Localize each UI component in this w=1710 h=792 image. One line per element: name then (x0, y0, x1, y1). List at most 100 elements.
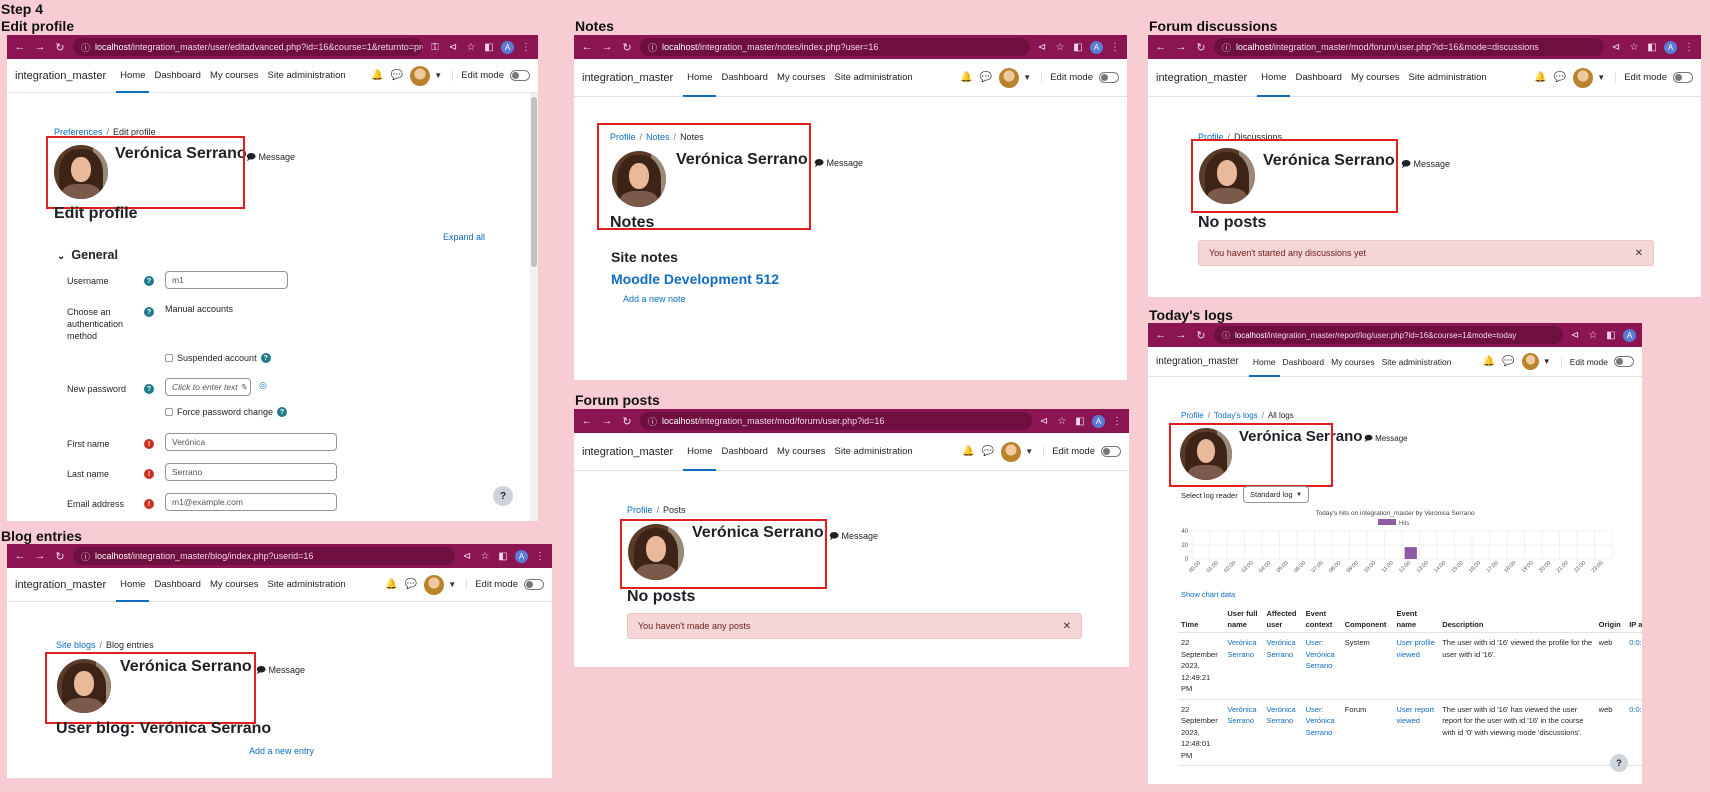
username-input[interactable]: m1 (165, 271, 288, 289)
edit-mode-toggle[interactable] (524, 579, 544, 590)
back-icon[interactable]: ← (1154, 41, 1168, 53)
menu-icon[interactable]: ⋮ (1683, 42, 1695, 53)
menu-icon[interactable]: ⋮ (534, 551, 546, 562)
address-bar[interactable]: ⓘ localhost/integration_master/report/log… (1214, 326, 1563, 344)
course-link[interactable]: Moodle Development 512 (611, 271, 779, 287)
chevron-down-icon[interactable]: ▼ (1023, 73, 1031, 82)
nav-my-courses[interactable]: My courses (1351, 59, 1400, 97)
sidebar-icon[interactable]: ◧ (1646, 42, 1658, 53)
address-bar[interactable]: ⓘ localhost/integration_master/mod/forum/… (1214, 38, 1604, 56)
cell-user[interactable]: Verónica Serrano (1224, 699, 1264, 766)
user-menu-avatar[interactable] (1001, 441, 1022, 462)
address-bar[interactable]: ⓘ localhost/integration_master/user/edita… (73, 38, 423, 56)
star-icon[interactable]: ☆ (479, 551, 491, 562)
sidebar-icon[interactable]: ◧ (1072, 42, 1084, 53)
nav-home[interactable]: Home (683, 59, 717, 97)
site-name[interactable]: integration_master (15, 579, 106, 591)
nav-dashboard[interactable]: Dashboard (721, 59, 767, 97)
suspended-checkbox[interactable]: Suspended account? (165, 353, 271, 363)
firstname-input[interactable]: Verónica (165, 433, 337, 451)
edit-mode-toggle[interactable] (1614, 356, 1634, 367)
nav-dashboard[interactable]: Dashboard (1283, 347, 1325, 377)
chat-icon[interactable]: 💬 (980, 72, 992, 83)
bell-icon[interactable]: 🔔 (960, 72, 972, 83)
chevron-down-icon[interactable]: ▼ (1597, 73, 1605, 82)
bell-icon[interactable]: 🔔 (962, 446, 974, 457)
star-icon[interactable]: ☆ (1054, 42, 1066, 53)
column-header[interactable]: Affected user (1263, 606, 1303, 633)
sidebar-icon[interactable]: ◧ (483, 42, 495, 53)
cell-user[interactable]: Verónica Serrano (1224, 632, 1264, 700)
chat-icon[interactable]: 💬 (982, 446, 994, 457)
share-icon[interactable]: ⊲ (447, 42, 459, 53)
bell-icon[interactable]: 🔔 (1534, 72, 1546, 83)
message-button[interactable]: 🗩 Message (1364, 433, 1408, 447)
nav-dashboard[interactable]: Dashboard (721, 433, 767, 471)
help-icon[interactable]: ? (144, 276, 154, 286)
user-menu-avatar[interactable] (1573, 67, 1594, 88)
edit-mode-toggle[interactable] (1673, 72, 1693, 83)
share-icon[interactable]: ⊲ (1036, 42, 1048, 53)
forward-icon[interactable]: → (600, 415, 614, 427)
back-icon[interactable]: ← (580, 415, 594, 427)
nav-home[interactable]: Home (116, 568, 150, 602)
address-bar[interactable]: ⓘ localhost/integration_master/blog/index… (73, 547, 455, 565)
reload-icon[interactable]: ↻ (53, 550, 67, 563)
key-icon[interactable]: ⚿ (429, 42, 441, 53)
message-button[interactable]: 🗩 Message (1401, 157, 1450, 173)
bell-icon[interactable]: 🔔 (1483, 356, 1495, 367)
nav-site-admin[interactable]: Site administration (1382, 347, 1452, 377)
force-change-checkbox[interactable]: Force password change? (165, 407, 288, 417)
forward-icon[interactable]: → (1174, 41, 1188, 53)
forward-icon[interactable]: → (33, 41, 47, 53)
column-header[interactable]: Event name (1393, 606, 1440, 633)
share-icon[interactable]: ⊲ (1610, 42, 1622, 53)
nav-site-admin[interactable]: Site administration (835, 433, 913, 471)
menu-icon[interactable]: ⋮ (1109, 42, 1121, 53)
user-menu-avatar[interactable] (1521, 353, 1539, 370)
chevron-down-icon[interactable]: ▼ (434, 71, 442, 80)
user-menu-avatar[interactable] (999, 67, 1020, 88)
bell-icon[interactable]: 🔔 (385, 579, 397, 590)
cell-context[interactable]: User: Verónica Serrano (1302, 632, 1342, 700)
cell-event[interactable]: User report viewed (1393, 699, 1440, 766)
share-icon[interactable]: ⊲ (1569, 330, 1581, 341)
column-header[interactable]: Origin (1595, 606, 1627, 633)
nav-site-admin[interactable]: Site administration (268, 568, 346, 602)
nav-home[interactable]: Home (116, 59, 150, 93)
share-icon[interactable]: ⊲ (1038, 416, 1050, 427)
nav-dashboard[interactable]: Dashboard (154, 568, 200, 602)
column-header[interactable]: User full name (1224, 606, 1264, 633)
cell-event[interactable]: User profile viewed (1393, 632, 1440, 700)
cell-context[interactable]: User: Verónica Serrano (1302, 699, 1342, 766)
help-icon[interactable]: ? (144, 307, 154, 317)
chat-icon[interactable]: 💬 (391, 70, 403, 81)
cell-affected[interactable]: Verónica Serrano (1263, 699, 1303, 766)
sidebar-icon[interactable]: ◧ (1074, 416, 1086, 427)
edit-mode-toggle[interactable] (1099, 72, 1119, 83)
chevron-down-icon[interactable]: ▼ (448, 580, 456, 589)
add-note-link[interactable]: Add a new note (623, 294, 686, 304)
nav-home[interactable]: Home (683, 433, 717, 471)
nav-my-courses[interactable]: My courses (777, 59, 826, 97)
chat-icon[interactable]: 💬 (405, 579, 417, 590)
help-button[interactable]: ? (1610, 754, 1628, 772)
nav-site-admin[interactable]: Site administration (268, 59, 346, 93)
reload-icon[interactable]: ↻ (620, 41, 634, 54)
chat-icon[interactable]: 💬 (1502, 356, 1514, 367)
star-icon[interactable]: ☆ (465, 42, 477, 53)
message-button[interactable]: 🗩 Message (256, 663, 305, 679)
address-bar[interactable]: ⓘ localhost/integration_master/notes/inde… (640, 38, 1030, 56)
message-button[interactable]: 🗩 Message (814, 156, 863, 172)
user-menu-avatar[interactable] (410, 65, 431, 86)
scrollbar[interactable] (530, 93, 538, 521)
nav-my-courses[interactable]: My courses (1331, 347, 1374, 377)
star-icon[interactable]: ☆ (1056, 416, 1068, 427)
lastname-input[interactable]: Serrano (165, 463, 337, 481)
nav-my-courses[interactable]: My courses (777, 433, 826, 471)
profile-icon[interactable]: A (501, 40, 514, 54)
close-icon[interactable]: ✕ (1063, 621, 1071, 632)
column-header[interactable]: Description (1439, 606, 1596, 633)
add-entry-link[interactable]: Add a new entry (249, 746, 314, 756)
column-header[interactable]: Component (1341, 606, 1394, 633)
